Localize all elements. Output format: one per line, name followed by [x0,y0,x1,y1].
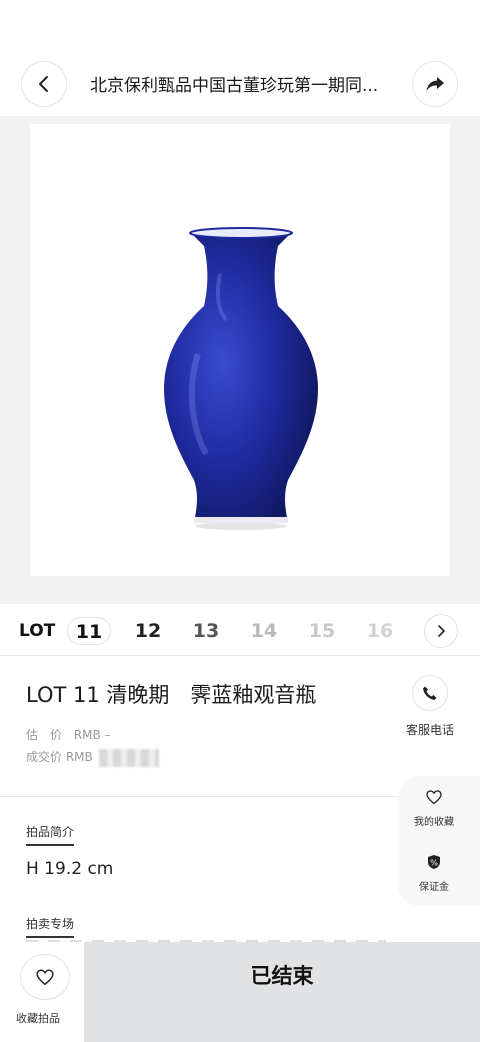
customer-service-button[interactable]: 客服电话 [400,675,460,738]
percent-badge-icon: % [428,855,440,869]
back-button[interactable] [21,61,67,107]
lot-tab-13[interactable]: 13 [184,617,228,645]
lot-next-button[interactable] [424,614,458,648]
product-image-area [0,116,480,604]
chevron-right-icon [438,625,445,637]
auction-section-title: 拍卖专场 [26,915,75,938]
deposit-button[interactable]: % 保证金 [398,854,470,893]
header-bar: 北京保利甄品中国古董珍玩第一期同... [0,58,480,114]
lot-tab-11[interactable]: 11 [67,617,111,645]
chevron-left-icon [39,76,48,92]
sold-price-row: 成交价 RMB [26,748,159,767]
page-title: 北京保利甄品中国古董珍玩第一期同... [90,76,379,96]
floating-side-panel: 我的收藏 % 保证金 [398,776,480,906]
lot-tab-12[interactable]: 12 [126,617,170,645]
product-image[interactable] [30,124,450,576]
estimate-value: RMB – [73,728,111,742]
deposit-label: 保证金 [419,882,449,893]
auction-ended-button[interactable]: 已结束 [84,942,480,1042]
svg-text:%: % [430,859,438,868]
heart-icon [426,790,442,805]
favorite-lot-button[interactable] [20,954,70,1000]
favorite-lot-label: 收藏拍品 [16,1012,60,1025]
lot-tab-16[interactable]: 16 [358,617,402,645]
estimate-row: 估 价 RMB – [26,726,111,743]
my-favorites-label: 我的收藏 [414,817,454,828]
sold-price-blurred [98,748,159,767]
lot-tab-15[interactable]: 15 [300,617,344,645]
estimate-label: 估 价 [26,728,63,742]
vase-image [164,227,318,530]
bottom-action-bar: 收藏拍品 已结束 [0,942,480,1042]
auction-ended-label: 已结束 [250,964,314,988]
intro-section-title: 拍品简介 [26,823,75,846]
phone-button[interactable] [412,675,448,711]
phone-icon [423,686,437,700]
lot-dimension: H 19.2 cm [26,859,114,879]
share-arrow-icon [426,77,444,91]
share-button[interactable] [412,61,458,107]
customer-service-label: 客服电话 [405,723,454,737]
heart-icon [36,968,54,985]
sold-price-label: 成交价 [26,750,63,764]
sold-price-currency: RMB [65,750,93,764]
lot-label: LOT [19,621,56,641]
my-favorites-button[interactable]: 我的收藏 [398,790,470,828]
lot-selector-bar: LOT 11 12 13 14 15 16 [0,604,480,656]
lot-title: LOT 11 清晚期 霁蓝釉观音瓶 [26,683,317,707]
lot-tab-14[interactable]: 14 [242,617,286,645]
